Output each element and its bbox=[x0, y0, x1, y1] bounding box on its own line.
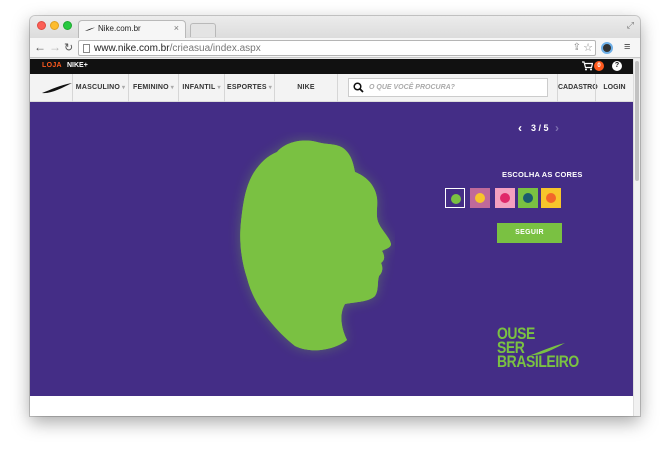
page-scrollbar[interactable] bbox=[633, 59, 640, 416]
cadastro-link[interactable]: CADASTRO bbox=[557, 74, 598, 102]
nike-topbar: LOJA NIKE+ 0 ? bbox=[30, 59, 633, 74]
nav-item-feminino[interactable]: FEMININO ▾ bbox=[128, 74, 178, 102]
login-label: LOGIN bbox=[603, 84, 626, 91]
pager-indicator: 3 / 5 bbox=[531, 123, 549, 133]
tab-close-icon[interactable]: × bbox=[174, 23, 179, 33]
help-icon[interactable]: ? bbox=[612, 61, 622, 71]
loja-link[interactable]: LOJA bbox=[42, 62, 62, 69]
tab-strip: Nike.com.br × ⤢ bbox=[30, 16, 640, 38]
swoosh-favicon-icon bbox=[85, 27, 95, 31]
url-domain: www.nike.com.br bbox=[94, 43, 170, 54]
cadastro-label: CADASTRO bbox=[558, 84, 598, 91]
choose-colors-title: ESCOLHA AS CORES bbox=[502, 170, 583, 179]
color-swatch[interactable] bbox=[541, 188, 561, 208]
search-icon bbox=[353, 82, 364, 93]
extension-icon[interactable] bbox=[601, 42, 613, 54]
chevron-down-icon: ▾ bbox=[217, 85, 221, 91]
chevron-down-icon: ▾ bbox=[170, 85, 175, 91]
login-link[interactable]: LOGIN bbox=[595, 74, 633, 102]
nike-swoosh-logo[interactable] bbox=[42, 83, 72, 94]
nav-item-nike-sportswear[interactable]: NIKE SPORTSWEAR bbox=[274, 74, 338, 119]
nav-item-infantil[interactable]: INFANTIL ▾ bbox=[178, 74, 224, 102]
url-text: www.nike.com.br/crieasua/index.aspx bbox=[94, 43, 261, 54]
browser-window: Nike.com.br × ⤢ ← → ↻ www.nike.com.br/cr… bbox=[30, 16, 640, 416]
page-icon bbox=[83, 44, 90, 53]
swatch-dot bbox=[523, 193, 533, 203]
new-tab-button[interactable] bbox=[190, 23, 216, 37]
swatch-dot bbox=[546, 193, 556, 203]
bookmark-star-icon[interactable]: ☆ bbox=[583, 41, 593, 54]
cart-count-badge: 0 bbox=[594, 61, 604, 71]
color-swatch[interactable] bbox=[495, 188, 515, 208]
browser-tab[interactable]: Nike.com.br × bbox=[78, 20, 186, 38]
browser-toolbar: ← → ↻ www.nike.com.br/crieasua/index.asp… bbox=[30, 38, 640, 58]
search-input[interactable]: O QUE VOCÊ PROCURA? bbox=[348, 78, 548, 97]
chevron-down-icon: ▾ bbox=[121, 85, 126, 91]
close-window-button[interactable] bbox=[37, 21, 46, 30]
nav-item-label: INFANTIL bbox=[182, 84, 216, 91]
back-arrow-icon[interactable]: ← bbox=[34, 40, 46, 54]
previous-arrow-icon[interactable]: ‹ bbox=[518, 121, 522, 135]
url-path: /crieasua/index.aspx bbox=[169, 43, 261, 54]
continue-button[interactable]: SEGUIR bbox=[497, 223, 562, 243]
swatch-dot bbox=[451, 194, 461, 204]
page-footer-strip bbox=[30, 396, 633, 416]
color-swatch[interactable] bbox=[518, 188, 538, 208]
forward-arrow-icon[interactable]: → bbox=[49, 40, 61, 54]
reload-icon[interactable]: ↻ bbox=[64, 41, 73, 54]
minimize-window-button[interactable] bbox=[50, 21, 59, 30]
swatch-dot bbox=[500, 193, 510, 203]
chevron-down-icon: ▾ bbox=[268, 85, 272, 91]
menu-icon[interactable]: ≡ bbox=[624, 41, 630, 53]
next-arrow-icon[interactable]: › bbox=[555, 121, 559, 135]
share-icon[interactable]: ⇪ bbox=[573, 42, 581, 53]
scrollbar-thumb[interactable] bbox=[635, 61, 639, 181]
zoom-window-button[interactable] bbox=[63, 21, 72, 30]
slogan-line: BRASILEIRO bbox=[497, 352, 579, 371]
nav-item-label: FEMININO bbox=[132, 84, 169, 91]
nav-item-label: MASCULINO bbox=[75, 84, 120, 91]
fullscreen-icon[interactable]: ⤢ bbox=[627, 20, 634, 31]
nav-item-label: ESPORTES bbox=[227, 84, 267, 91]
color-swatch[interactable] bbox=[470, 188, 490, 208]
customize-hero: ‹ 3 / 5 › ESCOLHA AS CORES SEGUIR OUSE S… bbox=[30, 102, 633, 396]
page-viewport: LOJA NIKE+ 0 ? MASCULINO ▾ FEMININO ▾ INFA… bbox=[30, 59, 633, 416]
main-navigation: MASCULINO ▾ FEMININO ▾ INFANTIL ▾ ESPORTES ▾… bbox=[30, 74, 633, 119]
address-bar[interactable]: www.nike.com.br/crieasua/index.aspx ⇪ ☆ bbox=[78, 40, 596, 56]
search-placeholder: O QUE VOCÊ PROCURA? bbox=[369, 84, 455, 91]
tab-title: Nike.com.br bbox=[98, 24, 141, 33]
nav-item-masculino[interactable]: MASCULINO ▾ bbox=[72, 74, 128, 102]
head-silhouette-image bbox=[240, 140, 391, 351]
swatch-dot bbox=[475, 193, 485, 203]
color-swatch[interactable] bbox=[445, 188, 465, 208]
nike-swoosh-logo bbox=[531, 343, 565, 356]
nav-item-esportes[interactable]: ESPORTES ▾ bbox=[224, 74, 274, 102]
cart-icon[interactable] bbox=[582, 61, 593, 71]
nikeplus-link[interactable]: NIKE+ bbox=[67, 62, 88, 69]
